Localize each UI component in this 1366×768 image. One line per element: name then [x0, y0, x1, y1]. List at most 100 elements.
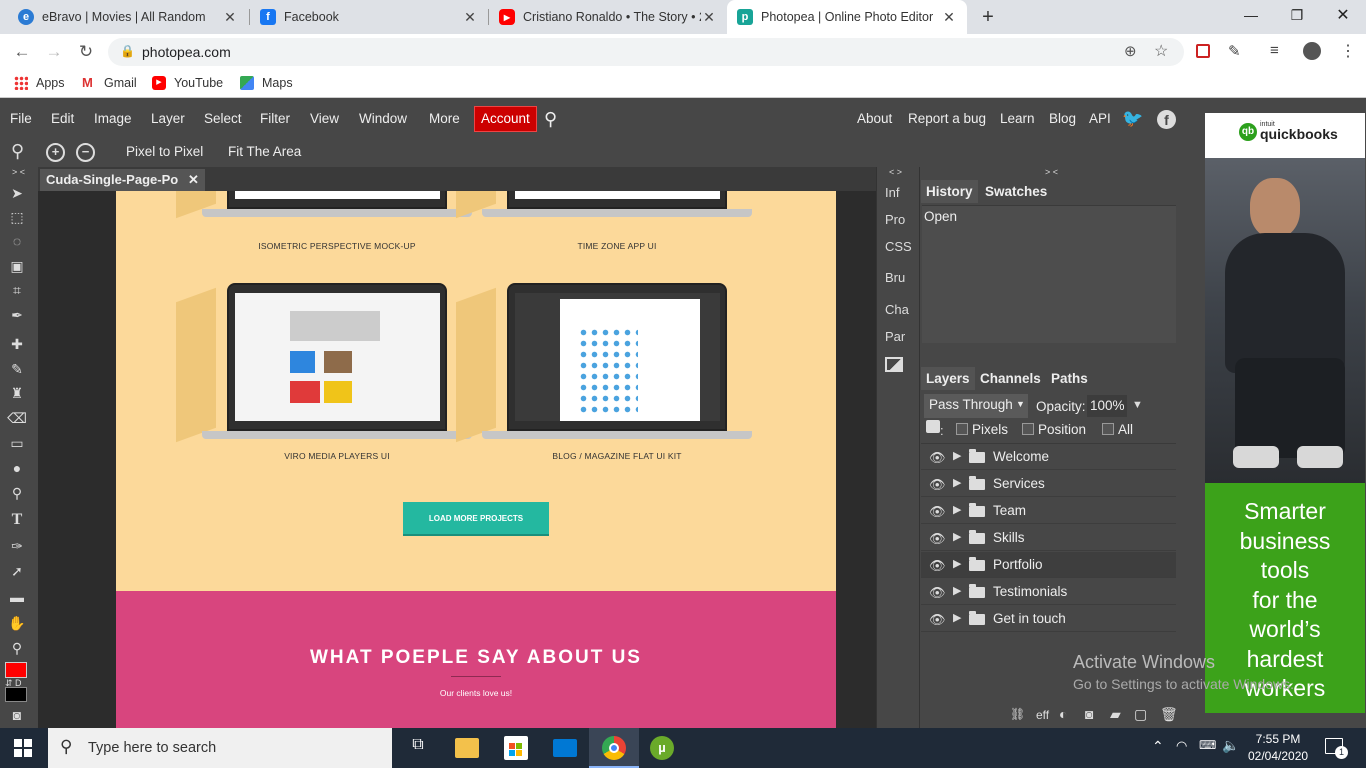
lock-all-checkbox[interactable]: All — [1102, 422, 1133, 437]
eyedropper-tool-icon[interactable]: ✒ — [7, 305, 27, 325]
foreground-color-swatch[interactable] — [5, 662, 27, 678]
properties-panel-button[interactable]: Pro — [885, 212, 905, 227]
history-item[interactable]: Open — [924, 209, 957, 224]
hand-tool-icon[interactable]: ✋ — [7, 613, 27, 633]
notification-center-icon[interactable]: 1 — [1325, 738, 1348, 759]
close-tab-icon[interactable]: ✕ — [941, 9, 957, 26]
extension-pocket-icon[interactable] — [1196, 44, 1210, 58]
eye-icon[interactable]: 👁 — [929, 504, 946, 520]
new-layer-icon[interactable]: ▢ — [1134, 706, 1147, 723]
zoom-out-icon[interactable]: − — [76, 143, 95, 162]
brush-tool-icon[interactable]: ✎ — [7, 359, 27, 379]
blend-mode-select[interactable]: Pass Through ▼ — [924, 394, 1028, 418]
lock-position-checkbox[interactable]: Position — [1022, 422, 1086, 437]
menu-window[interactable]: Window — [359, 103, 407, 135]
eye-icon[interactable]: 👁 — [929, 450, 946, 466]
menu-learn[interactable]: Learn — [1000, 103, 1035, 135]
tab-history[interactable]: History — [921, 180, 978, 203]
paragraph-panel-button[interactable]: Par — [885, 329, 905, 344]
close-tab-icon[interactable]: ✕ — [701, 9, 717, 26]
crop-tool-icon[interactable]: ⌗ — [7, 280, 27, 300]
task-view-icon[interactable]: ⧉ — [406, 736, 430, 760]
menu-report-bug[interactable]: Report a bug — [908, 103, 986, 135]
document-canvas[interactable]: ISOMETRIC PERSPECTIVE MOCK-UP TIME ZONE … — [116, 191, 836, 728]
eye-icon[interactable]: 👁 — [929, 558, 946, 574]
menu-view[interactable]: View — [310, 103, 339, 135]
healing-tool-icon[interactable]: ✚ — [7, 334, 27, 354]
reload-icon[interactable]: ↻ — [76, 42, 96, 62]
menu-edit[interactable]: Edit — [51, 103, 74, 135]
profile-avatar-icon[interactable] — [1303, 42, 1321, 60]
move-tool-icon[interactable]: ➤ — [7, 183, 27, 203]
quick-select-tool-icon[interactable]: ▣ — [7, 256, 27, 276]
minimize-icon[interactable]: — — [1228, 0, 1274, 30]
shape-tool-icon[interactable]: ▬ — [7, 587, 27, 607]
account-button[interactable]: Account — [474, 106, 537, 132]
expand-arrow-icon[interactable]: ▶ — [953, 557, 961, 570]
extension-eyedropper-icon[interactable]: ✎ — [1228, 42, 1241, 60]
quick-mask-icon[interactable]: ◙ — [7, 705, 27, 725]
expand-arrow-icon[interactable]: ▶ — [953, 476, 961, 489]
opacity-input[interactable]: 100% — [1087, 395, 1127, 417]
fit-area-button[interactable]: Fit The Area — [228, 144, 301, 159]
star-icon[interactable]: ☆ — [1154, 41, 1168, 61]
menu-api[interactable]: API — [1089, 103, 1111, 135]
collapse-toolbar-toggle[interactable]: > < — [12, 167, 25, 177]
browser-tab-youtube[interactable]: ▶ Cristiano Ronaldo • The Story • 20 ✕ — [489, 0, 727, 34]
layer-row-selected[interactable]: 👁 ▶ Portfolio — [921, 552, 1176, 578]
mask-icon[interactable]: ◙ — [1085, 706, 1093, 722]
maximize-icon[interactable]: ❐ — [1274, 0, 1320, 30]
menu-image[interactable]: Image — [94, 103, 132, 135]
eraser-tool-icon[interactable]: ⌫ — [7, 408, 27, 428]
menu-select[interactable]: Select — [204, 103, 242, 135]
back-arrow-icon[interactable]: ← — [12, 42, 32, 62]
layer-row[interactable]: 👁 ▶ Services — [921, 471, 1176, 497]
tray-chevron-icon[interactable]: ⌃ — [1152, 738, 1164, 755]
eye-icon[interactable]: 👁 — [929, 585, 946, 601]
tab-paths[interactable]: Paths — [1046, 367, 1093, 390]
close-tab-icon[interactable]: ✕ — [462, 9, 478, 26]
adjustment-layer-icon[interactable]: ◐ — [1059, 706, 1067, 722]
bookmark-gmail[interactable]: M Gmail — [82, 76, 137, 91]
css-panel-button[interactable]: CSS — [885, 239, 912, 254]
lock-pixels-checkbox[interactable]: Pixels — [956, 422, 1008, 437]
volume-icon[interactable]: 🔈 — [1222, 737, 1239, 754]
marquee-tool-icon[interactable]: ⬚ — [7, 207, 27, 227]
close-tab-icon[interactable]: ✕ — [222, 9, 238, 26]
collapse-right-toggle[interactable]: > < — [1045, 167, 1058, 177]
menu-blog[interactable]: Blog — [1049, 103, 1076, 135]
expand-arrow-icon[interactable]: ▶ — [953, 530, 961, 543]
forward-arrow-icon[interactable]: → — [44, 42, 64, 62]
chrome-taskbar-button[interactable] — [589, 728, 639, 768]
omnibox[interactable]: 🔒 photopea.com ⊕ ☆ — [108, 38, 1184, 66]
eye-icon[interactable]: 👁 — [929, 477, 946, 493]
expand-arrow-icon[interactable]: ▶ — [953, 584, 961, 597]
eye-icon[interactable]: 👁 — [929, 531, 946, 547]
browser-tab-photopea[interactable]: p Photopea | Online Photo Editor ✕ — [727, 0, 967, 34]
bookmark-apps[interactable]: Apps — [14, 76, 65, 90]
gradient-tool-icon[interactable]: ▭ — [7, 433, 27, 453]
taskbar-clock[interactable]: 7:55 PM 02/04/2020 — [1248, 731, 1308, 765]
opacity-dropdown-icon[interactable]: ▼ — [1132, 399, 1143, 411]
menu-more[interactable]: More — [429, 103, 460, 135]
eye-icon[interactable]: 👁 — [929, 612, 946, 628]
canvas-area[interactable]: ISOMETRIC PERSPECTIVE MOCK-UP TIME ZONE … — [38, 191, 876, 728]
layer-row[interactable]: 👁 ▶ Team — [921, 498, 1176, 524]
layer-row[interactable]: 👁 ▶ Testimonials — [921, 579, 1176, 605]
dodge-tool-icon[interactable]: ⚲ — [7, 483, 27, 503]
twitter-icon[interactable]: 🐦 — [1122, 103, 1143, 135]
link-layers-icon[interactable]: ⛓ — [1010, 707, 1025, 721]
zoom-tool-icon[interactable]: ⚲ — [7, 638, 27, 658]
new-folder-icon[interactable]: ▰ — [1110, 706, 1121, 723]
trash-icon[interactable]: 🗑 — [1160, 706, 1178, 723]
bookmark-youtube[interactable]: ▶ YouTube — [152, 76, 223, 90]
pen-tool-icon[interactable]: ✑ — [7, 536, 27, 556]
expand-arrow-icon[interactable]: ▶ — [953, 611, 961, 624]
info-panel-button[interactable]: Inf — [885, 185, 899, 200]
character-panel-button[interactable]: Cha — [885, 302, 909, 317]
playlist-icon[interactable]: ≡ — [1270, 42, 1279, 59]
expand-arrow-icon[interactable]: ▶ — [953, 449, 961, 462]
menu-filter[interactable]: Filter — [260, 103, 290, 135]
menu-layer[interactable]: Layer — [151, 103, 185, 135]
brush-panel-button[interactable]: Bru — [885, 270, 905, 285]
